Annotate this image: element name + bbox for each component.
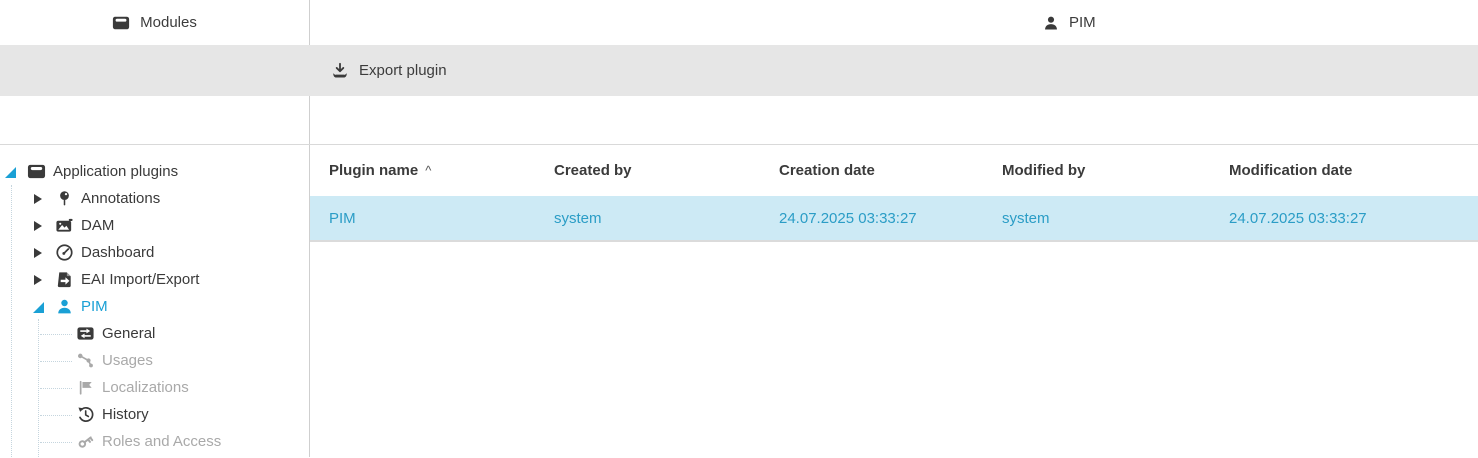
tree-item-label: Annotations [81, 190, 161, 207]
modules-panel-header: Modules [0, 0, 310, 45]
tree-item-localizations[interactable]: Localizations [0, 374, 309, 401]
tree-item-label: Usages [102, 352, 153, 369]
cell-modified-by: system [1002, 209, 1050, 227]
toolbar: Export plugin [0, 45, 1478, 96]
modules-box-icon [27, 162, 46, 181]
export-plugin-label: Export plugin [359, 62, 447, 79]
tree-item-roles-and-access[interactable]: Roles and Access [0, 428, 309, 455]
cell-created-by: system [554, 209, 602, 227]
collapsed-expander-icon[interactable] [32, 193, 44, 205]
pin-icon [55, 189, 74, 208]
tree-item-annotations[interactable]: Annotations [0, 185, 309, 212]
column-header-plugin-name[interactable]: Plugin name ^ [310, 162, 535, 179]
swap-icon [76, 324, 95, 343]
table-body: PIM system 24.07.2025 03:33:27 system 24.07.… [310, 196, 1478, 242]
share-icon [76, 351, 95, 370]
spacer-row [0, 96, 1478, 144]
top-header: Modules PIM [0, 0, 1478, 45]
history-icon [76, 405, 95, 424]
plugins-table-panel: Plugin name ^ Created by Creation date Mo… [310, 145, 1478, 457]
tree-item-label: EAI Import/Export [81, 271, 200, 288]
table-row[interactable]: PIM system 24.07.2025 03:33:27 system 24.07.… [310, 196, 1478, 242]
tree-item-label: Localizations [102, 379, 189, 396]
tree-item-label: History [102, 406, 149, 423]
gauge-icon [55, 243, 74, 262]
content-area: Application plugins Annotations DAM Dash… [0, 144, 1478, 457]
expanded-expander-icon[interactable] [4, 166, 16, 178]
tree-item-pim[interactable]: PIM [0, 293, 309, 320]
column-header-modified-by[interactable]: Modified by [983, 162, 1210, 179]
cell-plugin-name: PIM [329, 209, 356, 227]
tree-item-label: Dashboard [81, 244, 155, 261]
tree-item-application-plugins[interactable]: Application plugins [0, 158, 309, 185]
detail-panel-title-group: PIM [1042, 0, 1096, 45]
tree-item-label: Application plugins [53, 163, 179, 180]
person-icon [55, 297, 74, 316]
column-header-created-by[interactable]: Created by [535, 162, 760, 179]
tree-item-general[interactable]: General [0, 320, 309, 347]
export-plugin-button[interactable]: Export plugin [331, 62, 447, 80]
flag-icon [76, 378, 95, 397]
collapsed-expander-icon[interactable] [32, 274, 44, 286]
download-icon [331, 62, 349, 80]
detail-panel-title: PIM [1069, 14, 1096, 31]
modules-tree-panel: Application plugins Annotations DAM Dash… [0, 145, 310, 457]
tree-item-dam[interactable]: DAM [0, 212, 309, 239]
detail-panel-header: PIM [310, 0, 1478, 45]
tree-item-history[interactable]: History [0, 401, 309, 428]
key-icon [76, 432, 95, 451]
sidebar-spacer [0, 96, 310, 144]
tree-item-label: PIM [81, 298, 108, 315]
tree-item-dashboard[interactable]: Dashboard [0, 239, 309, 266]
person-icon [1042, 14, 1060, 32]
collapsed-expander-icon[interactable] [32, 220, 44, 232]
tree-item-label: Roles and Access [102, 433, 222, 450]
tree-item-label: General [102, 325, 156, 342]
modules-box-icon [112, 14, 130, 32]
cell-creation-date: 24.07.2025 03:33:27 [779, 209, 917, 227]
tree-item-eai-import-export[interactable]: EAI Import/Export [0, 266, 309, 293]
expanded-expander-icon[interactable] [32, 301, 44, 313]
document-arrow-icon [55, 270, 74, 289]
main-spacer [310, 96, 1478, 144]
column-header-creation-date[interactable]: Creation date [760, 162, 983, 179]
image-icon [55, 216, 74, 235]
modules-tree: Application plugins Annotations DAM Dash… [0, 158, 309, 455]
sort-ascending-icon: ^ [425, 163, 432, 178]
modules-panel-title: Modules [140, 14, 197, 31]
table-header-row: Plugin name ^ Created by Creation date Mo… [310, 145, 1478, 196]
tree-item-label: DAM [81, 217, 115, 234]
collapsed-expander-icon[interactable] [32, 247, 44, 259]
column-header-modification-date[interactable]: Modification date [1210, 162, 1478, 179]
tree-item-usages[interactable]: Usages [0, 347, 309, 374]
cell-modification-date: 24.07.2025 03:33:27 [1229, 209, 1367, 227]
